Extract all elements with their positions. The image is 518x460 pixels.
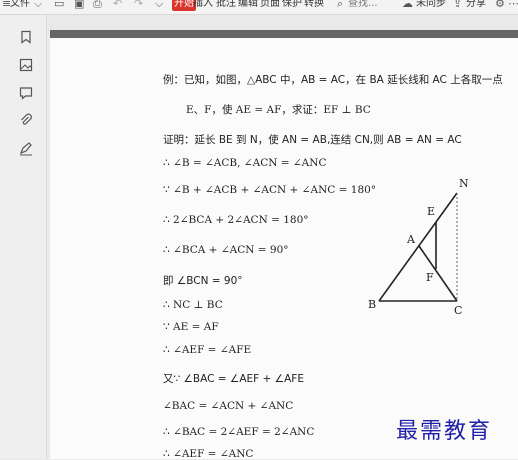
segment-ac (418, 245, 458, 302)
label-n: N (459, 177, 469, 190)
label-c: C (454, 304, 462, 317)
label-f: F (426, 271, 434, 284)
label-a: A (406, 233, 416, 246)
triangle-figure: N E A F B C (368, 177, 469, 317)
watermark-logo: 最需教育 (396, 419, 493, 444)
label-e: E (427, 205, 435, 218)
label-b: B (368, 298, 376, 311)
